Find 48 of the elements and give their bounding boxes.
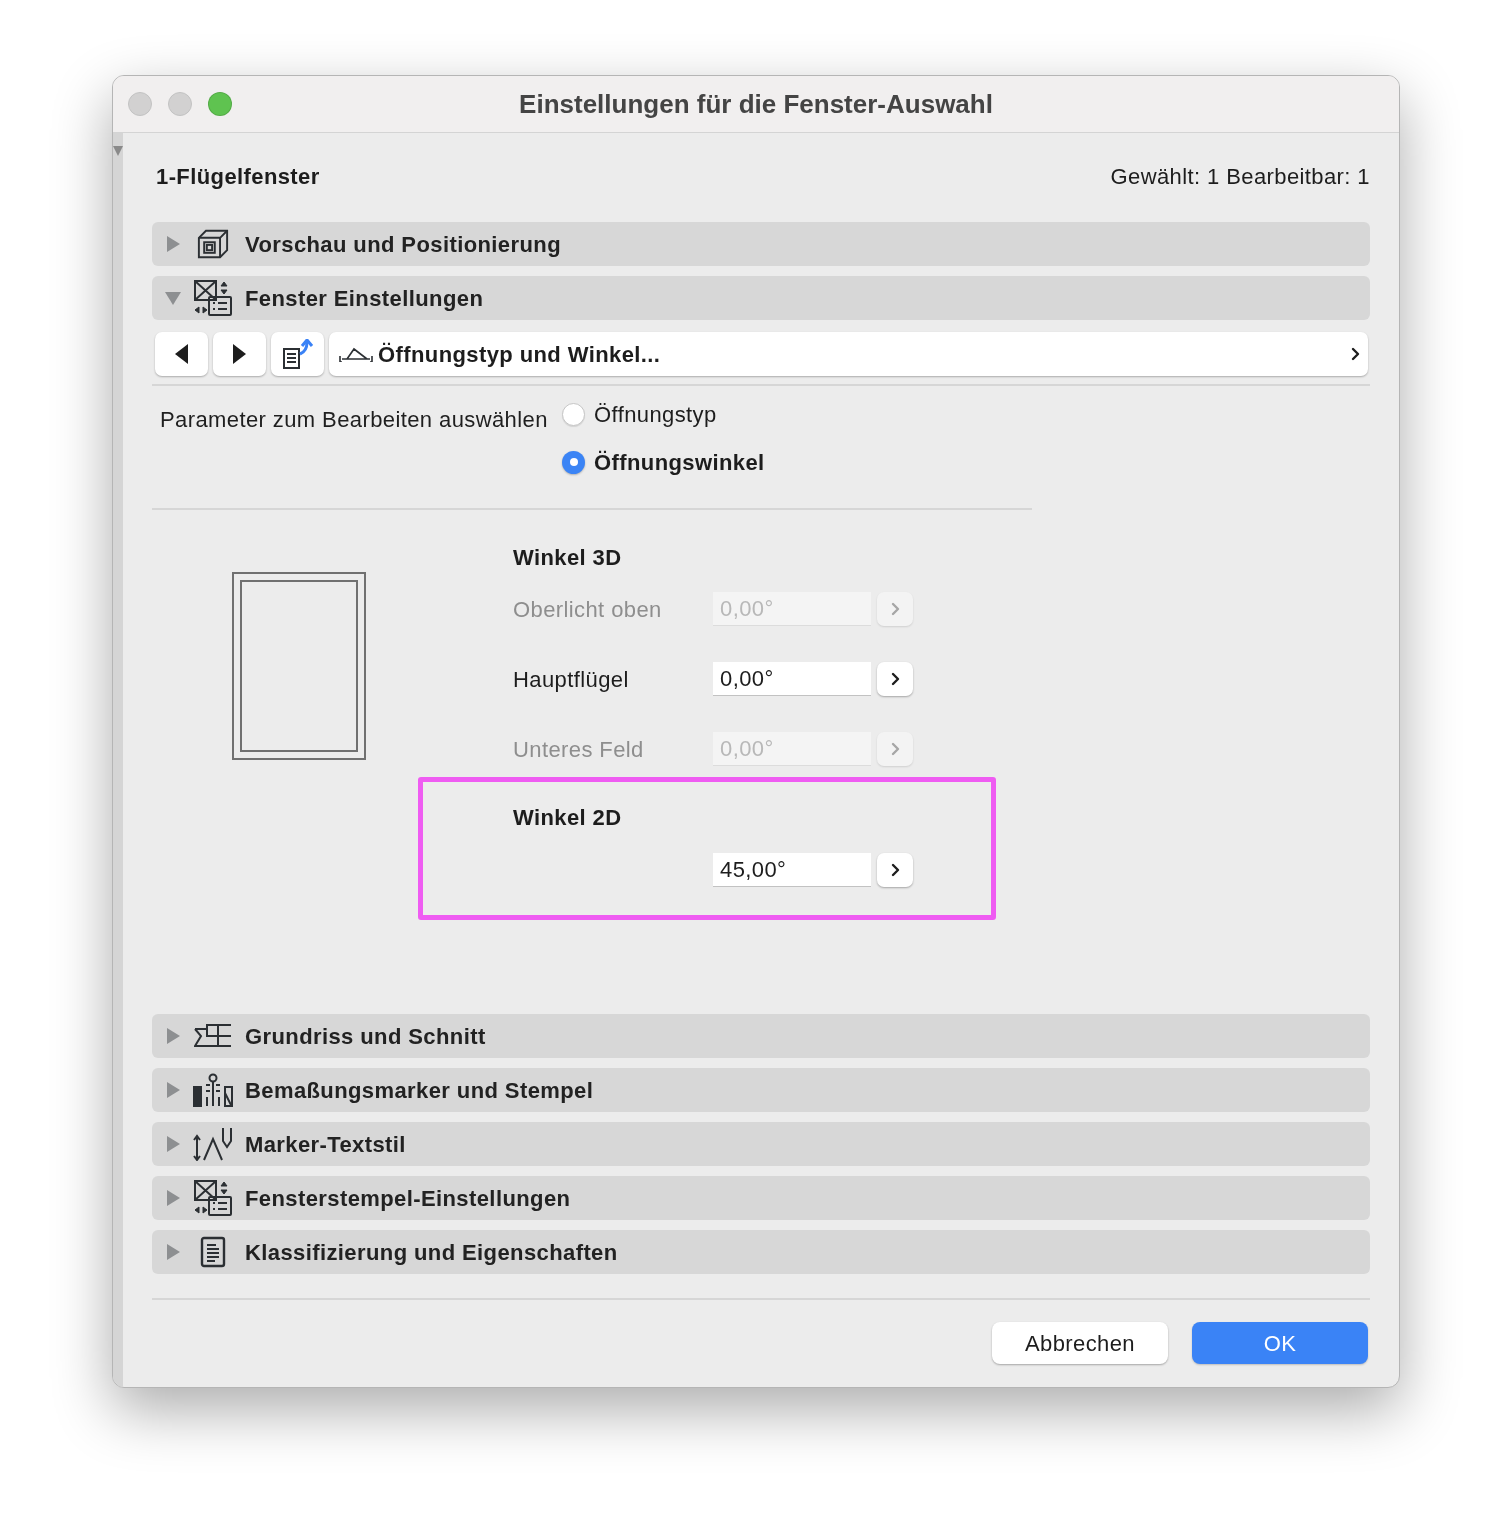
page-selector[interactable]: Öffnungstyp und Winkel... xyxy=(329,332,1368,376)
window-list-icon xyxy=(194,280,232,316)
cancel-button[interactable]: Abbrechen xyxy=(992,1322,1168,1364)
angle-field[interactable]: 0,00° xyxy=(713,662,871,696)
dimension-marker-icon xyxy=(193,1073,233,1107)
selection-count: Gewählt: 1 Bearbeitbar: 1 xyxy=(1110,162,1370,191)
section-header[interactable]: Fensterstempel-Einstellungen xyxy=(152,1176,1370,1220)
section-header[interactable]: Bemaßungsmarker und Stempel xyxy=(152,1068,1370,1112)
stepper-button[interactable] xyxy=(877,853,913,887)
right-triangle-icon xyxy=(233,344,246,364)
section-heading: Winkel 3D xyxy=(513,544,623,572)
angle-field[interactable]: 45,00° xyxy=(713,853,871,887)
section-header[interactable]: Fenster Einstellungen xyxy=(152,276,1370,320)
window-title: Einstellungen für die Fenster-Auswahl xyxy=(519,87,993,121)
angle-label: Unteres Feld xyxy=(513,735,645,764)
ok-button[interactable]: OK xyxy=(1192,1322,1368,1364)
chevron-right-icon xyxy=(890,742,900,756)
next-button[interactable] xyxy=(213,332,266,376)
section-header[interactable]: Klassifizierung und Eigenschaften xyxy=(152,1230,1370,1274)
left-triangle-icon xyxy=(175,344,188,364)
previous-button[interactable] xyxy=(155,332,208,376)
stepper-button[interactable] xyxy=(877,662,913,696)
radio-label[interactable]: Öffnungswinkel xyxy=(594,445,765,479)
chevron-right-icon xyxy=(890,863,900,877)
radio-label[interactable]: Öffnungstyp xyxy=(594,397,717,431)
collapse-triangle-icon xyxy=(113,146,123,156)
document-arrow-icon xyxy=(281,339,314,369)
angle-label: Oberlicht oben xyxy=(513,595,663,624)
angle-label: Hauptflügel xyxy=(513,665,630,694)
chevron-right-icon xyxy=(1351,347,1360,361)
chevron-right-icon xyxy=(890,602,900,616)
section-header[interactable]: Grundriss und Schnitt xyxy=(152,1014,1370,1058)
triangle-line-icon xyxy=(338,346,374,362)
element-type-title: 1-Flügelfenster xyxy=(156,162,320,191)
section-header[interactable]: Vorschau und Positionierung xyxy=(152,222,1370,266)
box-icon xyxy=(197,229,229,259)
text-style-icon xyxy=(193,1127,233,1161)
section-heading: Winkel 2D xyxy=(513,804,622,832)
transfer-button[interactable] xyxy=(271,332,324,376)
section-header[interactable]: Marker-Textstil xyxy=(152,1122,1370,1166)
zoom-button[interactable] xyxy=(208,92,232,116)
document-icon xyxy=(200,1236,226,1268)
floor-plan-icon xyxy=(194,1024,232,1048)
chevron-right-icon xyxy=(890,672,900,686)
radio-button[interactable] xyxy=(562,450,585,474)
radio-button[interactable] xyxy=(562,402,585,426)
window-list-icon xyxy=(194,1180,232,1216)
parameter-label: Parameter zum Bearbeiten auswählen xyxy=(159,406,549,434)
